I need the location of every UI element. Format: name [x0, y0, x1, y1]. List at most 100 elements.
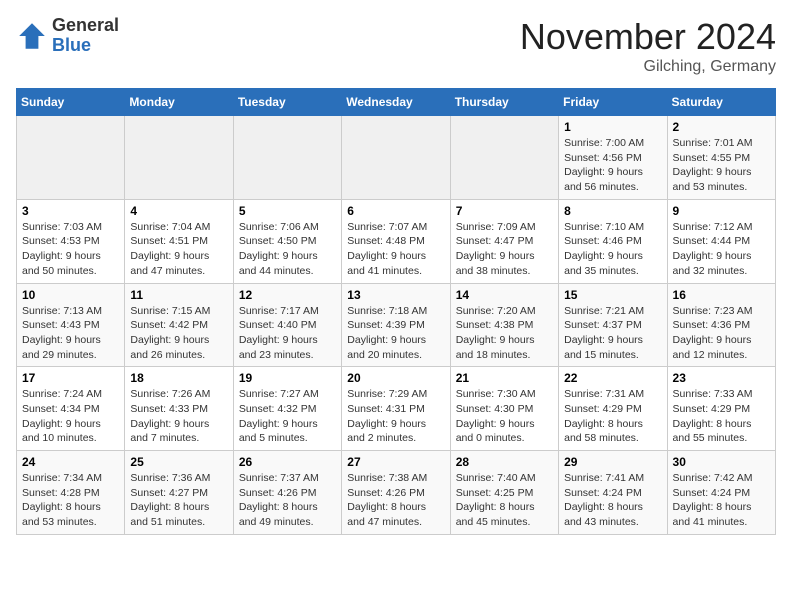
- calendar-cell: [233, 116, 341, 200]
- week-row-3: 17Sunrise: 7:24 AMSunset: 4:34 PMDayligh…: [17, 367, 776, 451]
- day-number: 21: [456, 371, 553, 385]
- calendar-cell: 14Sunrise: 7:20 AMSunset: 4:38 PMDayligh…: [450, 283, 558, 367]
- day-info: Sunrise: 7:12 AMSunset: 4:44 PMDaylight:…: [673, 220, 770, 279]
- day-info: Sunrise: 7:38 AMSunset: 4:26 PMDaylight:…: [347, 471, 444, 530]
- day-info: Sunrise: 7:33 AMSunset: 4:29 PMDaylight:…: [673, 387, 770, 446]
- day-number: 8: [564, 204, 661, 218]
- day-info: Sunrise: 7:27 AMSunset: 4:32 PMDaylight:…: [239, 387, 336, 446]
- weekday-header-sunday: Sunday: [17, 89, 125, 116]
- day-number: 4: [130, 204, 227, 218]
- day-info: Sunrise: 7:04 AMSunset: 4:51 PMDaylight:…: [130, 220, 227, 279]
- day-number: 25: [130, 455, 227, 469]
- calendar-cell: 27Sunrise: 7:38 AMSunset: 4:26 PMDayligh…: [342, 451, 450, 535]
- calendar-cell: 19 Sunrise: 7:27 AMSunset: 4:32 PMDayligh…: [233, 367, 341, 451]
- calendar-cell: 7Sunrise: 7:09 AMSunset: 4:47 PMDaylight…: [450, 199, 558, 283]
- day-number: 22: [564, 371, 661, 385]
- calendar-cell: 13 Sunrise: 7:18 AMSunset: 4:39 PMDayligh…: [342, 283, 450, 367]
- title-area: November 2024 Gilching, Germany: [520, 16, 776, 76]
- weekday-header-monday: Monday: [125, 89, 233, 116]
- day-info: Sunrise: 7:40 AMSunset: 4:25 PMDaylight:…: [456, 471, 553, 530]
- day-info: Sunrise: 7:31 AMSunset: 4:29 PMDaylight:…: [564, 387, 661, 446]
- calendar-cell: [125, 116, 233, 200]
- day-number: 12: [239, 288, 336, 302]
- calendar-cell: 8 Sunrise: 7:10 AMSunset: 4:46 PMDaylight…: [559, 199, 667, 283]
- day-info: Sunrise: 7:37 AMSunset: 4:26 PMDaylight:…: [239, 471, 336, 530]
- day-info: Sunrise: 7:42 AMSunset: 4:24 PMDaylight:…: [673, 471, 770, 530]
- day-number: 1: [564, 120, 661, 134]
- calendar-cell: 28 Sunrise: 7:40 AMSunset: 4:25 PMDayligh…: [450, 451, 558, 535]
- calendar-cell: 18 Sunrise: 7:26 AMSunset: 4:33 PMDayligh…: [125, 367, 233, 451]
- day-number: 2: [673, 120, 770, 134]
- day-number: 15: [564, 288, 661, 302]
- day-number: 28: [456, 455, 553, 469]
- day-info: Sunrise: 7:00 AMSunset: 4:56 PMDaylight:…: [564, 136, 661, 195]
- day-info: Sunrise: 7:01 AMSunset: 4:55 PMDaylight:…: [673, 136, 770, 195]
- header: General Blue November 2024 Gilching, Ger…: [16, 16, 776, 76]
- calendar-cell: 16 Sunrise: 7:23 AMSunset: 4:36 PMDayligh…: [667, 283, 775, 367]
- day-number: 16: [673, 288, 770, 302]
- day-info: Sunrise: 7:06 AMSunset: 4:50 PMDaylight:…: [239, 220, 336, 279]
- day-info: Sunrise: 7:30 AMSunset: 4:30 PMDaylight:…: [456, 387, 553, 446]
- calendar-cell: 22 Sunrise: 7:31 AMSunset: 4:29 PMDayligh…: [559, 367, 667, 451]
- day-number: 23: [673, 371, 770, 385]
- day-number: 7: [456, 204, 553, 218]
- calendar-cell: 5 Sunrise: 7:06 AMSunset: 4:50 PMDaylight…: [233, 199, 341, 283]
- weekday-header-tuesday: Tuesday: [233, 89, 341, 116]
- weekday-header-friday: Friday: [559, 89, 667, 116]
- day-number: 13: [347, 288, 444, 302]
- logo-text: General Blue: [52, 16, 119, 56]
- day-info: Sunrise: 7:36 AMSunset: 4:27 PMDaylight:…: [130, 471, 227, 530]
- weekday-header-wednesday: Wednesday: [342, 89, 450, 116]
- day-number: 19: [239, 371, 336, 385]
- day-info: Sunrise: 7:29 AMSunset: 4:31 PMDaylight:…: [347, 387, 444, 446]
- calendar-cell: 20Sunrise: 7:29 AMSunset: 4:31 PMDayligh…: [342, 367, 450, 451]
- calendar-cell: 3 Sunrise: 7:03 AMSunset: 4:53 PMDaylight…: [17, 199, 125, 283]
- day-info: Sunrise: 7:03 AMSunset: 4:53 PMDaylight:…: [22, 220, 119, 279]
- calendar-cell: 25 Sunrise: 7:36 AMSunset: 4:27 PMDayligh…: [125, 451, 233, 535]
- day-number: 5: [239, 204, 336, 218]
- day-number: 17: [22, 371, 119, 385]
- logo-icon: [16, 20, 48, 52]
- logo: General Blue: [16, 16, 119, 56]
- calendar-cell: 2 Sunrise: 7:01 AMSunset: 4:55 PMDaylight…: [667, 116, 775, 200]
- day-info: Sunrise: 7:26 AMSunset: 4:33 PMDaylight:…: [130, 387, 227, 446]
- weekday-header-thursday: Thursday: [450, 89, 558, 116]
- day-info: Sunrise: 7:18 AMSunset: 4:39 PMDaylight:…: [347, 304, 444, 363]
- calendar-cell: 1 Sunrise: 7:00 AMSunset: 4:56 PMDaylight…: [559, 116, 667, 200]
- day-number: 6: [347, 204, 444, 218]
- day-info: Sunrise: 7:15 AMSunset: 4:42 PMDaylight:…: [130, 304, 227, 363]
- day-info: Sunrise: 7:17 AMSunset: 4:40 PMDaylight:…: [239, 304, 336, 363]
- logo-blue: Blue: [52, 36, 119, 56]
- day-info: Sunrise: 7:07 AMSunset: 4:48 PMDaylight:…: [347, 220, 444, 279]
- day-number: 10: [22, 288, 119, 302]
- day-number: 18: [130, 371, 227, 385]
- day-number: 30: [673, 455, 770, 469]
- week-row-0: 1 Sunrise: 7:00 AMSunset: 4:56 PMDaylight…: [17, 116, 776, 200]
- day-info: Sunrise: 7:23 AMSunset: 4:36 PMDaylight:…: [673, 304, 770, 363]
- calendar-cell: 10 Sunrise: 7:13 AMSunset: 4:43 PMDayligh…: [17, 283, 125, 367]
- day-info: Sunrise: 7:34 AMSunset: 4:28 PMDaylight:…: [22, 471, 119, 530]
- calendar-cell: 4 Sunrise: 7:04 AMSunset: 4:51 PMDaylight…: [125, 199, 233, 283]
- location-title: Gilching, Germany: [520, 58, 776, 76]
- day-info: Sunrise: 7:20 AMSunset: 4:38 PMDaylight:…: [456, 304, 553, 363]
- weekday-header-saturday: Saturday: [667, 89, 775, 116]
- week-row-4: 24Sunrise: 7:34 AMSunset: 4:28 PMDayligh…: [17, 451, 776, 535]
- day-number: 9: [673, 204, 770, 218]
- calendar-cell: 26 Sunrise: 7:37 AMSunset: 4:26 PMDayligh…: [233, 451, 341, 535]
- week-row-2: 10 Sunrise: 7:13 AMSunset: 4:43 PMDayligh…: [17, 283, 776, 367]
- calendar-cell: 30 Sunrise: 7:42 AMSunset: 4:24 PMDayligh…: [667, 451, 775, 535]
- day-info: Sunrise: 7:21 AMSunset: 4:37 PMDaylight:…: [564, 304, 661, 363]
- calendar-cell: 17Sunrise: 7:24 AMSunset: 4:34 PMDayligh…: [17, 367, 125, 451]
- day-number: 11: [130, 288, 227, 302]
- calendar-cell: 15 Sunrise: 7:21 AMSunset: 4:37 PMDayligh…: [559, 283, 667, 367]
- calendar-cell: [342, 116, 450, 200]
- calendar-cell: [450, 116, 558, 200]
- day-info: Sunrise: 7:13 AMSunset: 4:43 PMDaylight:…: [22, 304, 119, 363]
- logo-general: General: [52, 16, 119, 36]
- day-number: 26: [239, 455, 336, 469]
- week-row-1: 3 Sunrise: 7:03 AMSunset: 4:53 PMDaylight…: [17, 199, 776, 283]
- day-number: 3: [22, 204, 119, 218]
- calendar-cell: 23 Sunrise: 7:33 AMSunset: 4:29 PMDayligh…: [667, 367, 775, 451]
- day-info: Sunrise: 7:10 AMSunset: 4:46 PMDaylight:…: [564, 220, 661, 279]
- calendar-cell: 21 Sunrise: 7:30 AMSunset: 4:30 PMDayligh…: [450, 367, 558, 451]
